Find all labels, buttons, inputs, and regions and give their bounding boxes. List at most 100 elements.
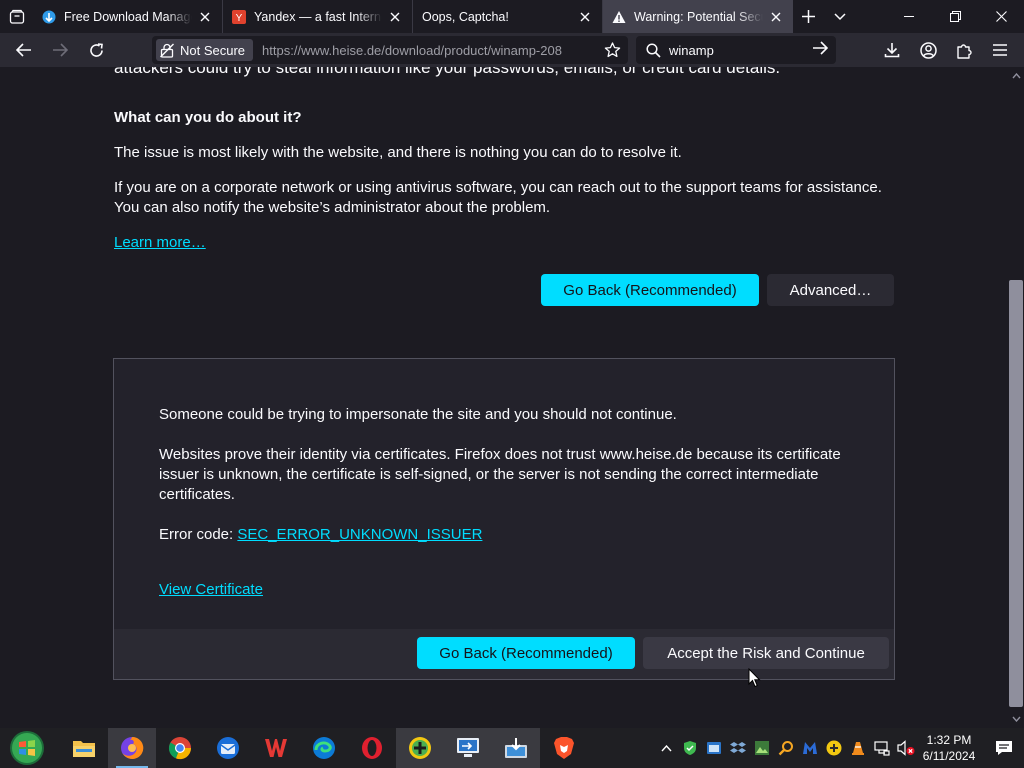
- go-back-button[interactable]: Go Back (Recommended): [541, 274, 759, 306]
- certificate-text-line3: certificates.: [159, 486, 235, 503]
- close-icon: [995, 11, 1007, 22]
- tray-screenshot-tool[interactable]: [750, 728, 774, 768]
- url-bar[interactable]: Not Secure https://www.heise.de/download…: [152, 36, 628, 64]
- extensions-button[interactable]: [946, 33, 982, 67]
- remote-desktop-icon: [457, 738, 479, 757]
- not-secure-badge[interactable]: Not Secure: [156, 39, 254, 61]
- taskbar-app-plus[interactable]: [396, 728, 444, 768]
- search-input[interactable]: winamp: [636, 36, 836, 64]
- taskbar-firefox[interactable]: [108, 728, 156, 768]
- advanced-panel: Someone could be trying to impersonate t…: [113, 358, 895, 680]
- star-icon[interactable]: [602, 40, 622, 60]
- taskbar-brave[interactable]: [540, 728, 588, 768]
- back-button[interactable]: [6, 34, 42, 66]
- search-text: winamp: [669, 42, 714, 58]
- tray-dropbox[interactable]: [726, 728, 750, 768]
- corporate-network-paragraph-line2: You can also notify the website’s admini…: [114, 199, 551, 216]
- taskbar-chrome[interactable]: [156, 728, 204, 768]
- learn-more-link[interactable]: Learn more…: [114, 233, 206, 253]
- close-window-button[interactable]: [978, 0, 1024, 33]
- plus-circle-icon: [826, 740, 842, 756]
- magnifier-icon: [778, 741, 793, 756]
- firefox-view-icon: [9, 9, 24, 24]
- close-tab-icon[interactable]: [196, 8, 214, 26]
- puzzle-icon: [957, 43, 972, 59]
- scroll-up-icon[interactable]: [1011, 71, 1021, 81]
- list-all-tabs-button[interactable]: [824, 0, 855, 33]
- plus-icon: [802, 10, 815, 23]
- thunderbird-icon: [217, 737, 239, 759]
- accept-risk-button[interactable]: Accept the Risk and Continue: [643, 637, 889, 669]
- app-window-icon: [707, 742, 721, 754]
- scroll-down-icon[interactable]: [1011, 714, 1021, 724]
- tab-security-warning[interactable]: Warning: Potential Security Risk Ahead: [603, 0, 793, 33]
- clock-date: 6/11/2024: [922, 749, 976, 763]
- minimize-button[interactable]: [886, 0, 932, 33]
- certificate-text-line1: Websites prove their identity via certif…: [159, 446, 841, 463]
- tab-yandex[interactable]: Y Yandex — a fast Internet search: [223, 0, 413, 33]
- download-icon: [884, 43, 900, 58]
- arrow-left-icon: [16, 43, 31, 57]
- tab-captcha[interactable]: Oops, Captcha!: [413, 0, 603, 33]
- brave-icon: [554, 737, 574, 759]
- yandex-icon: Y: [232, 9, 246, 24]
- error-code-link[interactable]: SEC_ERROR_UNKNOWN_ISSUER: [237, 526, 482, 543]
- taskbar-wps-office[interactable]: [252, 728, 300, 768]
- taskbar-remote-desktop[interactable]: [444, 728, 492, 768]
- vertical-scrollbar[interactable]: [1007, 67, 1024, 728]
- speaker-muted-icon: [897, 740, 915, 756]
- tray-app-blue[interactable]: [702, 728, 726, 768]
- tray-search-tool[interactable]: [774, 728, 798, 768]
- folder-icon: [73, 741, 95, 757]
- advanced-button[interactable]: Advanced…: [767, 274, 894, 306]
- cut-off-warning-text: attackers could try to steal information…: [114, 67, 781, 77]
- notifications-button[interactable]: [984, 728, 1024, 768]
- tray-malwarebytes[interactable]: [798, 728, 822, 768]
- advanced-panel-footer: Go Back (Recommended) Accept the Risk an…: [114, 629, 894, 679]
- certificate-text-line2: issuer is unknown, the certificate is se…: [159, 466, 819, 483]
- taskbar-file-explorer[interactable]: [60, 728, 108, 768]
- tab-free-download-manager[interactable]: Free Download Manager: [33, 0, 223, 33]
- app-menu-button[interactable]: [982, 33, 1018, 67]
- start-orb-icon: [10, 731, 44, 765]
- arrow-right-icon: [53, 43, 68, 57]
- show-hidden-icons-button[interactable]: [654, 728, 678, 768]
- restore-button[interactable]: [932, 0, 978, 33]
- minimize-icon: [904, 15, 914, 17]
- taskbar-thunderbird[interactable]: [204, 728, 252, 768]
- view-certificate-link[interactable]: View Certificate: [159, 580, 263, 600]
- broken-lock-icon: [160, 43, 174, 58]
- tray-volume-muted[interactable]: [894, 728, 918, 768]
- warning-icon: [612, 10, 626, 24]
- url-text[interactable]: https://www.heise.de/download/product/wi…: [262, 43, 592, 58]
- firefox-view-button[interactable]: [0, 0, 33, 33]
- go-back-button-advanced[interactable]: Go Back (Recommended): [417, 637, 635, 669]
- page-content: attackers could try to steal information…: [0, 67, 1024, 728]
- tray-vlc[interactable]: [846, 728, 870, 768]
- notification-icon: [996, 741, 1012, 755]
- scrollbar-thumb[interactable]: [1009, 280, 1023, 707]
- tray-network[interactable]: [870, 728, 894, 768]
- start-button[interactable]: [0, 728, 54, 768]
- reload-button[interactable]: [78, 34, 114, 66]
- clock[interactable]: 1:32 PM 6/11/2024: [918, 732, 980, 764]
- taskbar-opera[interactable]: [348, 728, 396, 768]
- close-tab-icon[interactable]: [576, 8, 594, 26]
- mouse-cursor-icon: [748, 668, 761, 688]
- chrome-icon: [168, 737, 192, 760]
- chevron-up-icon: [660, 744, 672, 751]
- taskbar-edge[interactable]: [300, 728, 348, 768]
- chevron-down-icon: [833, 12, 846, 20]
- account-button[interactable]: [910, 33, 946, 67]
- tray-app-plus[interactable]: [822, 728, 846, 768]
- downloads-button[interactable]: [874, 33, 910, 67]
- close-tab-icon[interactable]: [767, 8, 785, 26]
- new-tab-button[interactable]: [793, 0, 824, 33]
- restore-icon: [949, 11, 961, 22]
- tray-security-shield[interactable]: [678, 728, 702, 768]
- arrow-right-icon[interactable]: [812, 41, 828, 55]
- close-tab-icon[interactable]: [386, 8, 404, 26]
- taskbar-downloader[interactable]: [492, 728, 540, 768]
- forward-button[interactable]: [42, 34, 78, 66]
- clock-time: 1:32 PM: [926, 733, 972, 747]
